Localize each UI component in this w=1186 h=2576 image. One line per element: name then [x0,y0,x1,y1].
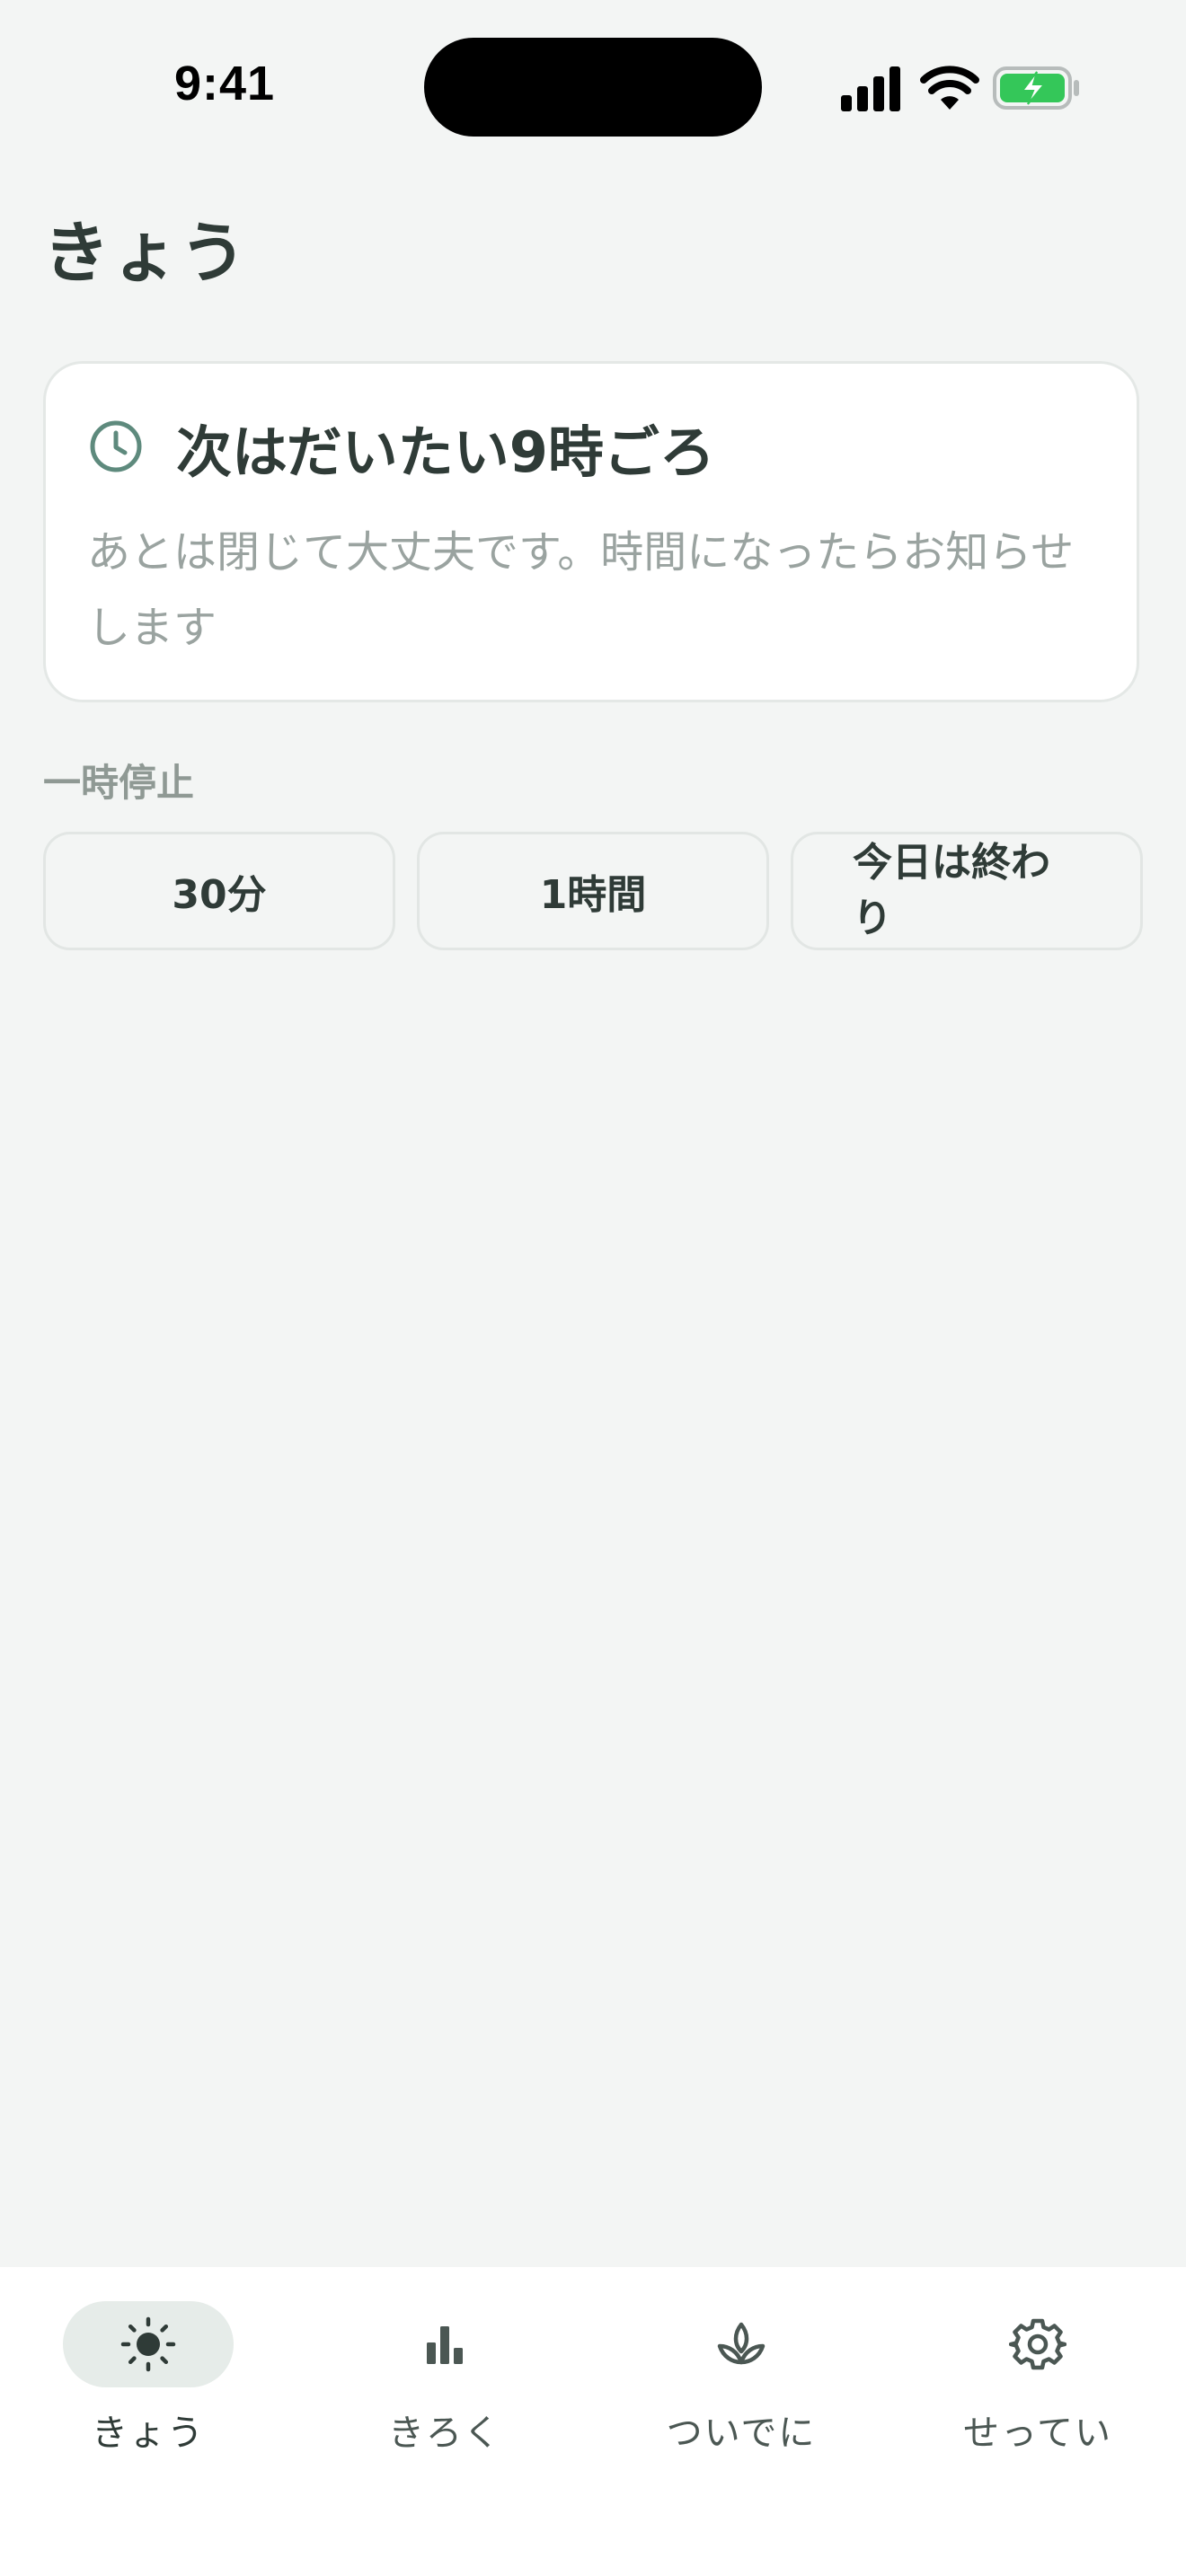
clock-icon [90,420,142,472]
tab-today-label: きょう [92,2413,205,2454]
tab-extras-label: ついでに [666,2413,817,2454]
battery-charging-icon [993,66,1079,110]
pause-section-label: 一時停止 [43,761,195,805]
pause-1hour-button[interactable]: 1時間 [417,832,769,950]
tab-settings[interactable]: せってい [921,2301,1155,2472]
gear-icon [1009,2318,1067,2370]
tab-records[interactable]: きろく [328,2301,562,2472]
tab-settings-label: せってい [963,2413,1112,2454]
wifi-icon [920,66,979,110]
lotus-icon [717,2322,766,2365]
pause-options: 30分 1時間 今日は終わり [43,832,1143,950]
next-reminder-card: 次はだいたい9時ごろ あとは閉じて大丈夫です。時間になったらお知らせします [43,361,1139,702]
tab-today[interactable]: きょう [31,2301,265,2472]
pause-end-today-button[interactable]: 今日は終わり [791,832,1143,950]
page-title: きょう [43,215,248,292]
tab-extras[interactable]: ついでに [624,2301,858,2472]
pause-30min-button[interactable]: 30分 [43,832,395,950]
next-time-title: 次はだいたい9時ごろ [176,419,715,485]
dynamic-island [424,38,762,137]
bar-chart-icon [427,2326,463,2364]
bottom-tab-bar: きょう きろく ついでに せってい [0,2267,1186,2576]
status-time: 9:41 [173,57,276,110]
next-time-description: あとは閉じて大丈夫です。時間になったらお知らせします [87,527,1075,653]
cellular-signal-icon [841,66,900,111]
status-icons [839,63,1082,113]
status-bar: 9:41 [0,0,1186,171]
tab-records-label: きろく [388,2413,501,2454]
sun-icon [120,2316,176,2372]
